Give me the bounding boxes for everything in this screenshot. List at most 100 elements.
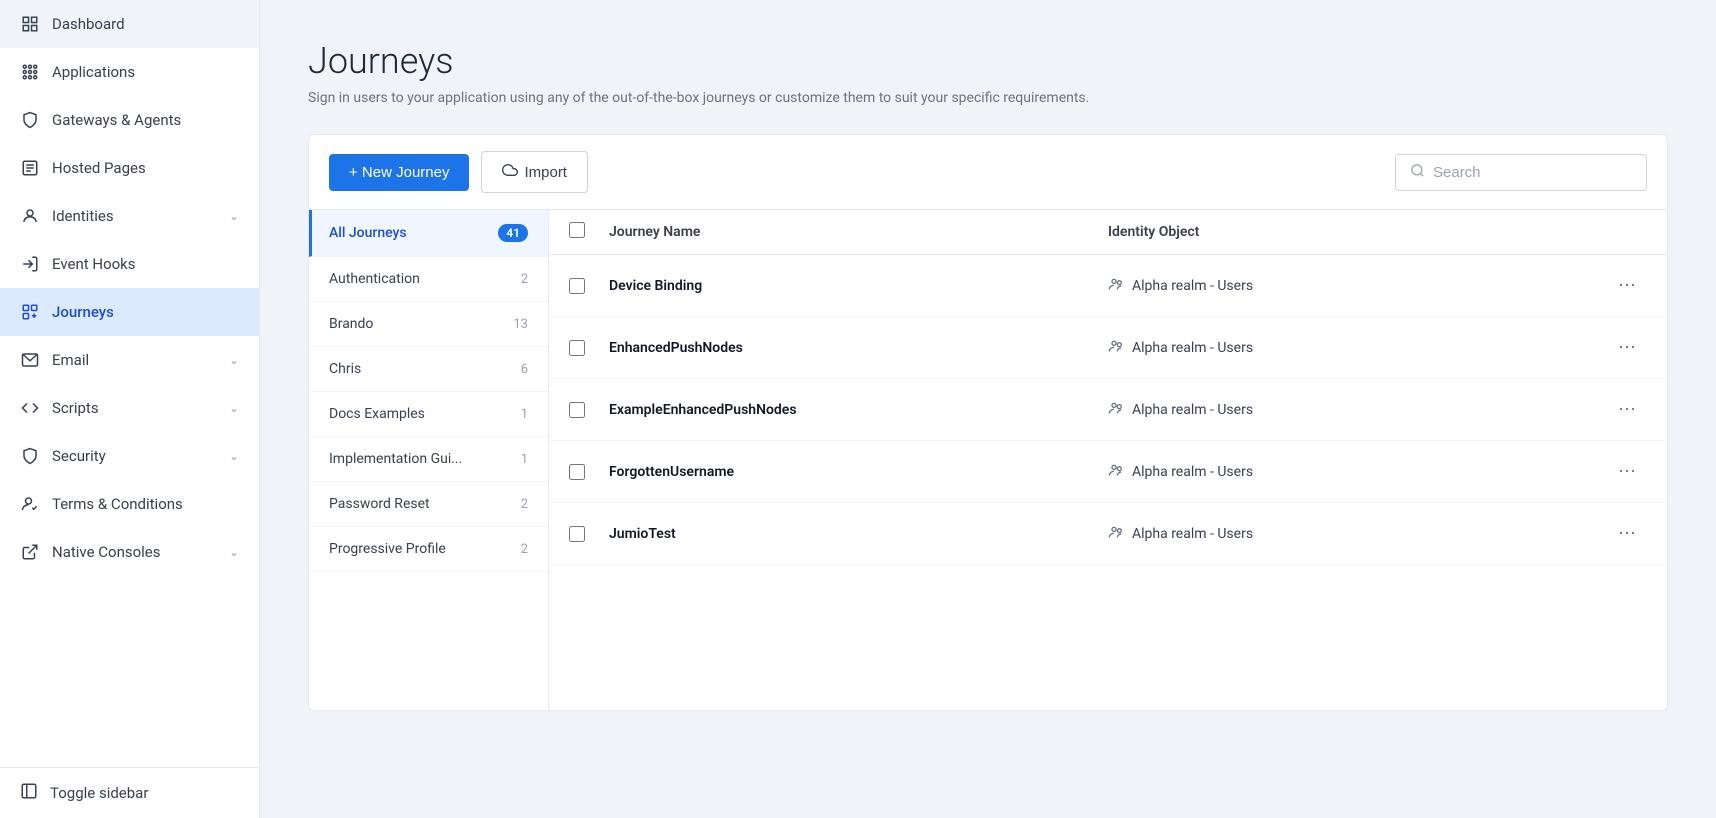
person-icon [20,206,40,226]
sidebar-item-label: Event Hooks [52,255,239,273]
table-row[interactable]: ForgottenUsername Alpha realm - Users ⋯ [549,441,1667,503]
journey-category-chris[interactable]: Chris 6 [309,347,548,392]
row-select-checkbox[interactable] [569,526,585,542]
more-options-button[interactable]: ⋯ [1614,333,1640,362]
category-count: 6 [521,362,528,377]
journey-identity: Alpha realm - Users [1108,462,1607,482]
sidebar-item-gateways-agents[interactable]: Gateways & Agents [0,96,259,144]
sidebar-item-label: Security [52,447,217,465]
table-row[interactable]: ExampleEnhancedPushNodes Alpha realm - U… [549,379,1667,441]
journey-name: Device Binding [609,278,1108,294]
journey-category-authentication[interactable]: Authentication 2 [309,257,548,302]
apps-icon [20,62,40,82]
category-label: Authentication [329,271,420,287]
row-actions[interactable]: ⋯ [1607,271,1647,300]
journey-identity: Alpha realm - Users [1108,276,1607,296]
sidebar-item-hosted-pages[interactable]: Hosted Pages [0,144,259,192]
sidebar-item-label: Identities [52,207,217,225]
journey-identity: Alpha realm - Users [1108,400,1607,420]
category-label: Docs Examples [329,406,425,422]
sidebar-item-label: Terms & Conditions [52,495,239,513]
sidebar-item-dashboard[interactable]: Dashboard [0,0,259,48]
row-select-checkbox[interactable] [569,464,585,480]
search-input[interactable] [1433,164,1632,181]
row-checkbox[interactable] [569,402,609,418]
journey-name: ExampleEnhancedPushNodes [609,402,1108,418]
table-row[interactable]: JumioTest Alpha realm - Users ⋯ [549,503,1667,565]
select-all-checkbox[interactable] [569,222,585,238]
row-select-checkbox[interactable] [569,402,585,418]
more-options-button[interactable]: ⋯ [1614,395,1640,424]
chevron-down-icon: ⌄ [229,353,239,367]
sidebar-item-scripts[interactable]: Scripts ⌄ [0,384,259,432]
row-actions[interactable]: ⋯ [1607,457,1647,486]
row-checkbox[interactable] [569,526,609,542]
sidebar: Dashboard Applications Gateways & Agents… [0,0,260,818]
category-label: Password Reset [329,496,430,512]
journey-identity: Alpha realm - Users [1108,524,1607,544]
category-count: 1 [521,452,528,467]
journey-category-docs-examples[interactable]: Docs Examples 1 [309,392,548,437]
journey-category-brando[interactable]: Brando 13 [309,302,548,347]
row-checkbox[interactable] [569,340,609,356]
toggle-sidebar-button[interactable]: Toggle sidebar [0,767,259,818]
sidebar-item-label: Hosted Pages [52,159,239,177]
person-check-icon [20,494,40,514]
shield-icon [20,446,40,466]
sidebar-item-security[interactable]: Security ⌄ [0,432,259,480]
category-count: 13 [513,317,528,332]
users-icon [1108,400,1124,420]
row-select-checkbox[interactable] [569,340,585,356]
table-row[interactable]: Device Binding Alpha realm - Users ⋯ [549,255,1667,317]
code-icon [20,398,40,418]
shield-outline-icon [20,110,40,130]
row-checkbox[interactable] [569,464,609,480]
category-label: Brando [329,316,373,332]
category-label: Progressive Profile [329,541,446,557]
category-count: 1 [521,407,528,422]
category-count: 2 [521,497,528,512]
sidebar-item-label: Native Consoles [52,543,217,561]
journey-category-implementation-guide[interactable]: Implementation Gui... 1 [309,437,548,482]
category-label: All Journeys [329,225,407,241]
more-options-button[interactable]: ⋯ [1614,271,1640,300]
sidebar-item-label: Dashboard [52,15,239,33]
category-label: Chris [329,361,361,377]
journey-category-progressive-profile[interactable]: Progressive Profile 2 [309,527,548,572]
chevron-down-icon: ⌄ [229,401,239,415]
more-options-button[interactable]: ⋯ [1614,457,1640,486]
grid-icon [20,14,40,34]
sidebar-item-identities[interactable]: Identities ⌄ [0,192,259,240]
email-icon [20,350,40,370]
new-journey-button[interactable]: + New Journey [329,154,469,191]
sidebar-item-native-consoles[interactable]: Native Consoles ⌄ [0,528,259,576]
row-checkbox[interactable] [569,278,609,294]
sidebar-item-email[interactable]: Email ⌄ [0,336,259,384]
import-button[interactable]: Import [481,151,588,193]
chevron-down-icon: ⌄ [229,545,239,559]
sidebar-item-terms-conditions[interactable]: Terms & Conditions [0,480,259,528]
more-options-button[interactable]: ⋯ [1614,519,1640,548]
sidebar-item-journeys[interactable]: Journeys [0,288,259,336]
sidebar-item-label: Journeys [52,303,239,321]
cloud-icon [502,162,518,182]
journey-category-password-reset[interactable]: Password Reset 2 [309,482,548,527]
chevron-down-icon: ⌄ [229,449,239,463]
page-title: Journeys [308,40,1668,82]
toolbar: + New Journey Import [309,135,1667,210]
category-count: 2 [521,542,528,557]
journeys-card: + New Journey Import [308,134,1668,711]
category-label: Implementation Gui... [329,451,462,467]
row-actions[interactable]: ⋯ [1607,519,1647,548]
search-box[interactable] [1395,154,1647,191]
sidebar-item-applications[interactable]: Applications [0,48,259,96]
sidebar-item-event-hooks[interactable]: Event Hooks [0,240,259,288]
main-content: Journeys Sign in users to your applicati… [260,0,1716,818]
toggle-sidebar-label: Toggle sidebar [50,784,148,802]
row-select-checkbox[interactable] [569,278,585,294]
table-row[interactable]: EnhancedPushNodes Alpha realm - Users ⋯ [549,317,1667,379]
journey-identity: Alpha realm - Users [1108,338,1607,358]
row-actions[interactable]: ⋯ [1607,395,1647,424]
row-actions[interactable]: ⋯ [1607,333,1647,362]
journey-category-all[interactable]: All Journeys 41 [309,210,548,257]
